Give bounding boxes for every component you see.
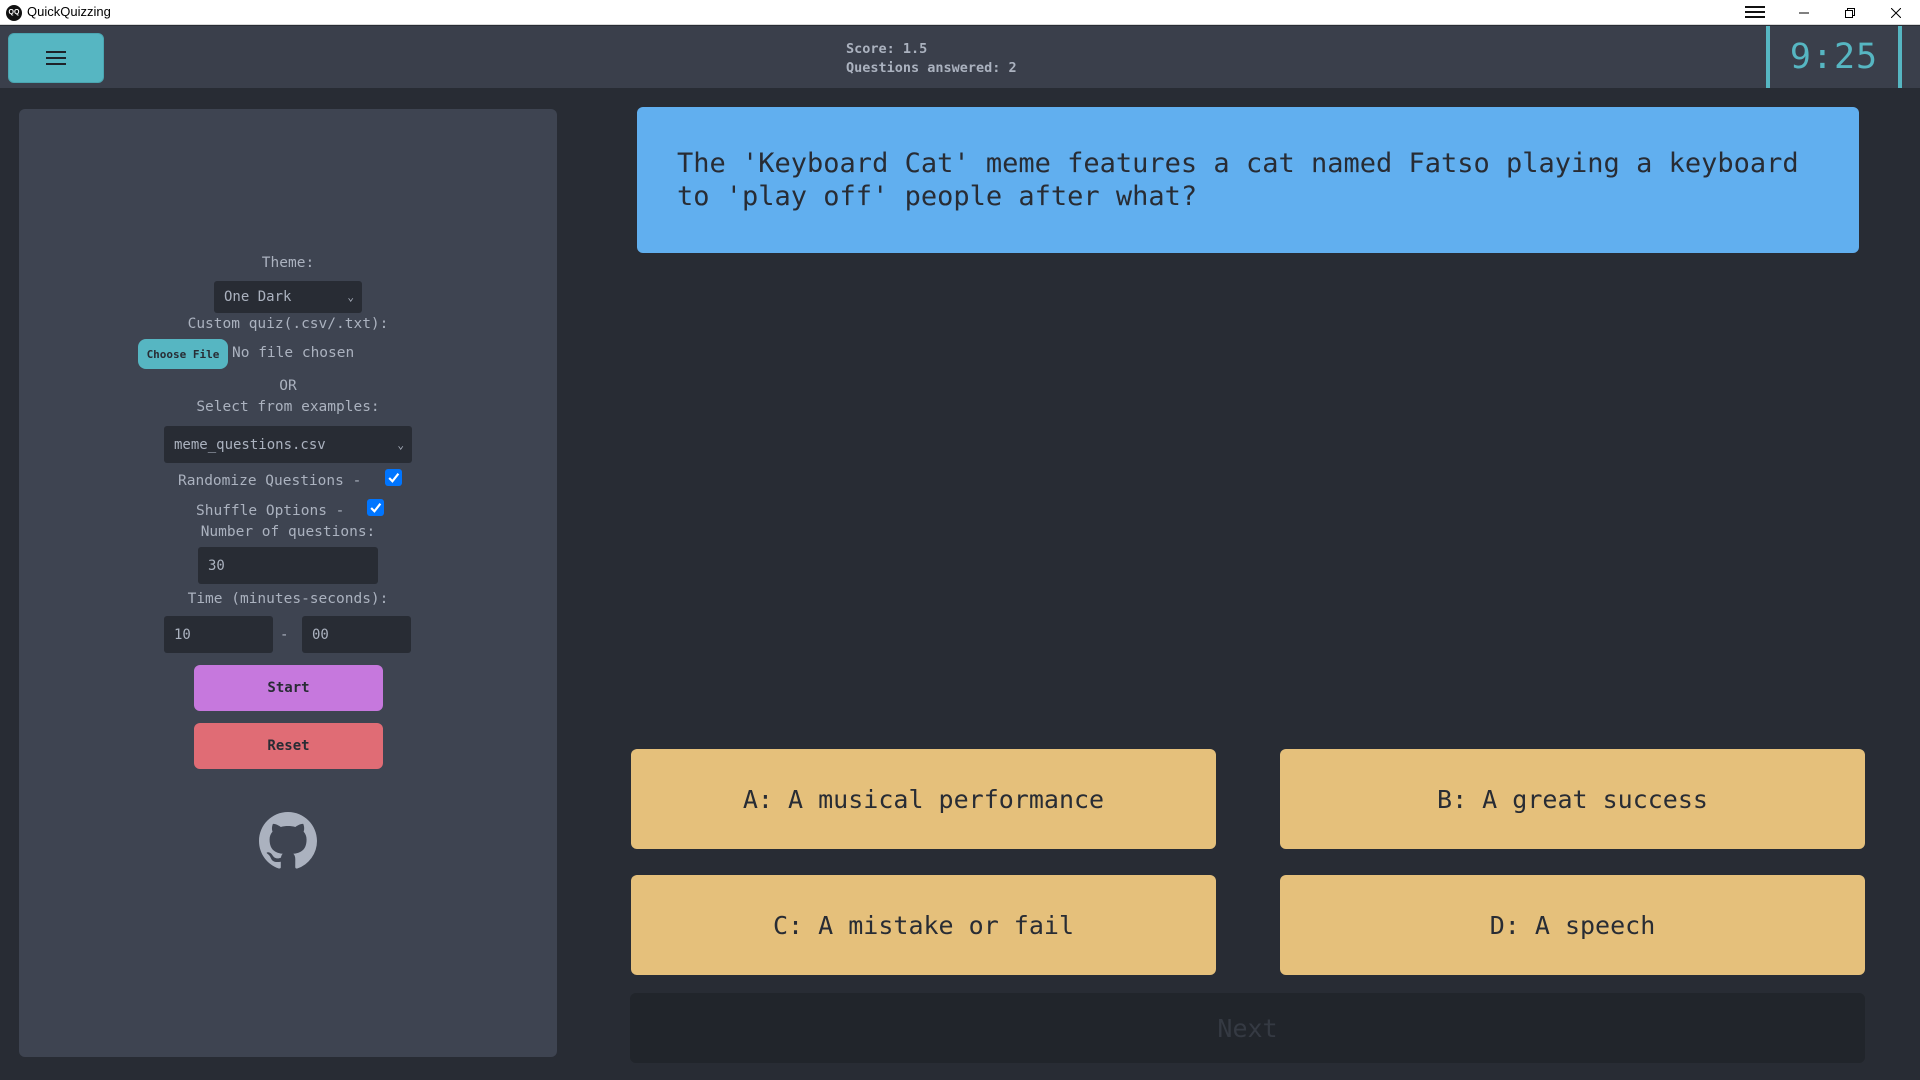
restore-icon [1845, 7, 1855, 18]
question-card: The 'Keyboard Cat' meme features a cat n… [637, 107, 1859, 253]
checkmark-icon [370, 503, 382, 513]
reset-button[interactable]: Reset [194, 723, 383, 769]
minimize-button[interactable] [1781, 0, 1827, 25]
window-title: QuickQuizzing [27, 4, 111, 19]
examples-select-value: meme_questions.csv [174, 436, 326, 453]
randomize-checkbox[interactable] [385, 469, 402, 486]
window-titlebar: QQ QuickQuizzing [0, 0, 1920, 25]
option-b-button[interactable]: B: A great success [1280, 749, 1865, 849]
start-button[interactable]: Start [194, 665, 383, 711]
theme-select[interactable]: One Dark ⌄ [214, 281, 362, 313]
time-seconds-input[interactable]: 00 [302, 616, 411, 653]
questions-answered-text: Questions answered: 2 [846, 60, 1017, 76]
settings-sidebar: Theme: One Dark ⌄ Custom quiz(.csv/.txt)… [19, 109, 557, 1057]
browser-menu-icon[interactable] [1745, 3, 1765, 21]
num-questions-input[interactable]: 30 [198, 547, 378, 584]
option-c-button[interactable]: C: A mistake or fail [631, 875, 1216, 975]
choose-file-button[interactable]: Choose File [138, 339, 228, 369]
randomize-label: Randomize Questions - [178, 473, 362, 489]
option-d-button[interactable]: D: A speech [1280, 875, 1865, 975]
or-divider-text: OR [279, 378, 297, 394]
github-icon[interactable] [259, 812, 317, 870]
shuffle-label: Shuffle Options - [196, 503, 345, 519]
minimize-icon [1799, 12, 1809, 13]
num-questions-label: Number of questions: [200, 524, 376, 540]
hamburger-icon [46, 47, 66, 69]
app-header: Score: 1.5 Questions answered: 2 9:25 [0, 26, 1920, 88]
checkmark-icon [388, 473, 400, 483]
next-button[interactable]: Next [630, 993, 1865, 1063]
chevron-down-icon: ⌄ [397, 438, 404, 451]
chevron-down-icon: ⌄ [347, 290, 354, 304]
file-status-text: No file chosen [232, 345, 355, 361]
time-separator: - [280, 627, 289, 643]
examples-label: Select from examples: [196, 399, 380, 415]
restore-button[interactable] [1827, 0, 1873, 25]
close-button[interactable] [1873, 0, 1919, 25]
app-logo-icon: QQ [6, 5, 22, 21]
score-panel: Score: 1.5 Questions answered: 2 [846, 40, 1017, 78]
option-a-button[interactable]: A: A musical performance [631, 749, 1216, 849]
shuffle-checkbox[interactable] [367, 499, 384, 516]
custom-quiz-label: Custom quiz(.csv/.txt): [187, 316, 389, 332]
menu-toggle-button[interactable] [8, 33, 104, 83]
examples-select[interactable]: meme_questions.csv ⌄ [164, 426, 412, 463]
time-minutes-input[interactable]: 10 [164, 616, 273, 653]
countdown-timer: 9:25 [1766, 26, 1902, 88]
theme-select-value: One Dark [224, 289, 292, 305]
score-text: Score: 1.5 [846, 41, 928, 57]
time-label: Time (minutes-seconds): [187, 591, 389, 607]
theme-label: Theme: [261, 255, 315, 271]
close-icon [1891, 7, 1901, 18]
